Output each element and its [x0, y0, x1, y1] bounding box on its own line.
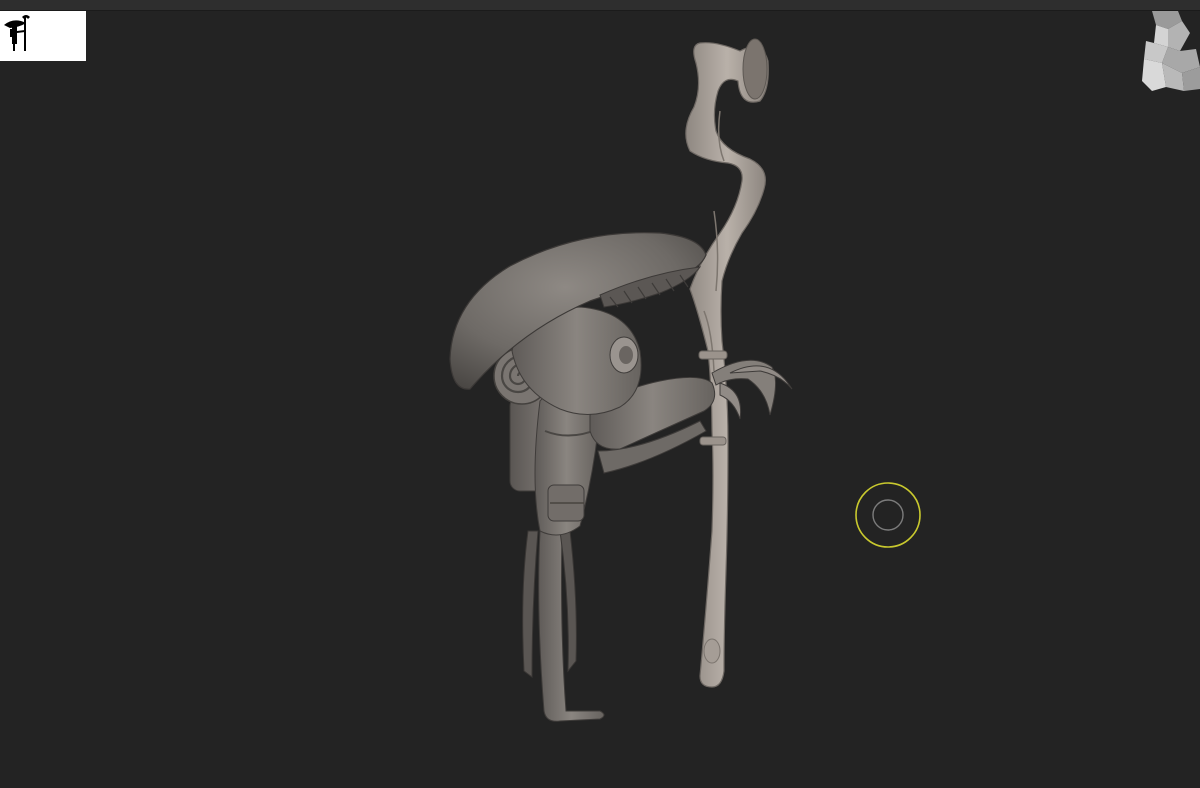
mushroom-wanderer-model[interactable] [449, 38, 793, 722]
3d-viewport[interactable] [0, 11, 1200, 788]
sculpt-app [0, 0, 1200, 788]
sculpt-scene[interactable] [0, 11, 1200, 788]
legs-mesh[interactable] [522, 530, 605, 722]
brush-cursor-icon [855, 482, 921, 548]
top-toolbar-strip [0, 0, 1200, 11]
navigation-cube-icon [1142, 11, 1200, 91]
navigation-cube[interactable] [1138, 11, 1200, 101]
